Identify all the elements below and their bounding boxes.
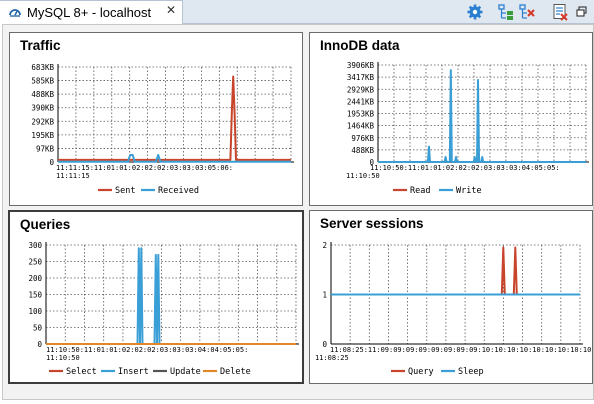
close-icon[interactable]: ✕ xyxy=(166,3,176,17)
series-line-write xyxy=(378,69,586,163)
x-tick-labels: 11:10:50:11:01:01:02:02:02:03:03:03:04:0… xyxy=(46,346,248,354)
editor-tab-bar: MySQL 8+ - localhost ✕ xyxy=(0,0,594,24)
traffic-chart: 683KB 585KB 488KB 390KB 292KB 195KB 97KB 011:11… xyxy=(31,63,294,196)
y-tick-label: 150 xyxy=(28,291,42,300)
x-tick-label: 11:10:50 xyxy=(46,354,80,362)
legend-label: Query xyxy=(408,367,434,377)
y-tick-label: 3906KB xyxy=(347,61,375,70)
y-tick-label: 1953KB xyxy=(347,110,375,119)
dashboard-gauge-icon xyxy=(9,9,21,17)
series-line-insert xyxy=(46,247,296,345)
y-tick-label: 200 xyxy=(28,274,42,283)
collapse-tree-icon[interactable] xyxy=(518,3,536,21)
legend-label: Read xyxy=(410,186,430,196)
y-tick-label: 488KB xyxy=(351,146,374,155)
x-tick-labels: 11:10:50:11:01:01:02:02:02:03:03:03:04:0… xyxy=(370,164,560,172)
y-tick-label: 976KB xyxy=(351,134,374,143)
restore-window-icon[interactable] xyxy=(575,3,589,21)
legend-label: Delete xyxy=(220,367,251,377)
series-line-query xyxy=(331,246,580,296)
y-tick-label: 0 xyxy=(49,158,54,167)
y-tick-label: 0 xyxy=(322,340,327,349)
legend-label: Write xyxy=(456,186,482,196)
y-tick-label: 250 xyxy=(28,258,42,267)
report-icon[interactable] xyxy=(551,3,569,21)
y-tick-label: 585KB xyxy=(31,77,54,86)
x-tick-label: 11:08:25 xyxy=(315,354,349,362)
legend-label: Insert xyxy=(118,367,149,377)
dashboard-panels: Traffic 683KB 585KB 488KB 390KB 292KB 195KB 97… xyxy=(2,24,594,400)
y-tick-label: 488KB xyxy=(31,90,54,99)
tab-mysql-localhost[interactable]: MySQL 8+ - localhost ✕ xyxy=(0,0,183,24)
y-tick-label: 1 xyxy=(322,291,327,300)
series-line-sent xyxy=(58,75,291,161)
x-tick-labels: 11:08:25:11:09:09:09:09:09:09:09:09:10:1… xyxy=(330,346,592,354)
innodb-data-chart: 3906KB 3417KB 2929KB 2441KB 1953KB 1464KB 976K… xyxy=(346,61,589,196)
server-sessions-panel[interactable]: Server sessions 2 1 0 11:08:25:11:09:09:09:… xyxy=(309,210,593,384)
y-tick-label: 97KB xyxy=(36,144,55,153)
dashboard-view: Traffic 683KB 585KB 488KB 390KB 292KB 195KB 97… xyxy=(2,24,594,404)
x-tick-label: 11:10:50 xyxy=(346,172,380,180)
y-tick-label: 195KB xyxy=(31,131,54,140)
y-tick-label: 300 xyxy=(28,241,42,250)
queries-chart: 300 250 200 150 100 50 0 11:10:50:11:01:01:02:0… xyxy=(28,241,299,377)
y-tick-label: 2929KB xyxy=(347,85,375,94)
legend-label: Update xyxy=(170,367,201,377)
y-tick-label: 683KB xyxy=(31,63,54,72)
innodb-data-panel[interactable]: InnoDB data 3906KB 3417KB 2929KB 2441KB 1953… xyxy=(309,32,593,206)
legend-label: Select xyxy=(66,367,97,377)
x-tick-label: 11:11:15 xyxy=(56,172,90,180)
legend-label: Sleep xyxy=(458,367,484,377)
y-tick-label: 292KB xyxy=(31,117,54,126)
gear-icon[interactable] xyxy=(466,3,484,21)
y-tick-label: 390KB xyxy=(31,104,54,113)
expand-tree-icon[interactable] xyxy=(497,3,515,21)
y-tick-label: 0 xyxy=(37,340,42,349)
y-tick-label: 50 xyxy=(33,324,43,333)
legend-label: Received xyxy=(158,186,199,196)
x-tick-labels: 11:11:15:11:01:01:02:02:02:03:03:03:05:0… xyxy=(56,164,233,172)
y-tick-label: 3417KB xyxy=(347,73,375,82)
y-tick-label: 100 xyxy=(28,307,42,316)
legend-label: Sent xyxy=(115,186,135,196)
queries-panel[interactable]: Queries 300 250 200 150 100 50 0 11:10:50:11:01… xyxy=(8,210,304,384)
y-tick-label: 2 xyxy=(322,241,327,250)
y-tick-label: 2441KB xyxy=(347,97,375,106)
tab-title: MySQL 8+ - localhost xyxy=(27,5,152,20)
traffic-panel[interactable]: Traffic 683KB 585KB 488KB 390KB 292KB 195KB 97… xyxy=(9,32,303,206)
y-tick-label: 1464KB xyxy=(347,122,375,131)
server-sessions-chart: 2 1 011:08:25:11:09:09:09:09:09:09:09:09:1… xyxy=(315,241,592,377)
